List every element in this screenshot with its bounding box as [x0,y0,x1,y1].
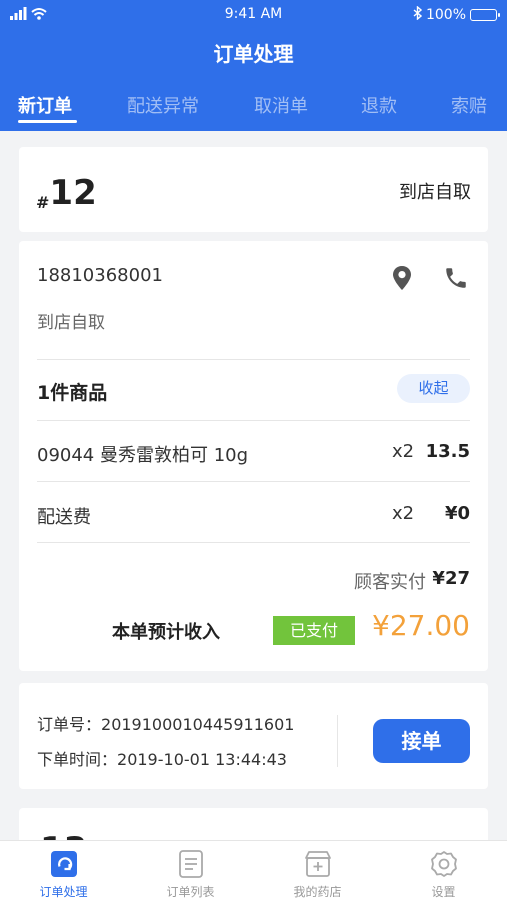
item-price: 13.5 [425,441,470,462]
tabbar-order-process[interactable]: 订单处理 [0,849,127,900]
divider [37,481,470,482]
tab-cancelled[interactable]: 取消单 [254,92,308,118]
tab-new-orders[interactable]: 新订单 [18,92,72,118]
status-bar: 9:41 AM 100% [0,5,507,25]
collapse-button[interactable]: 收起 [397,374,470,403]
phone-call-icon[interactable] [443,265,469,291]
divider [37,420,470,421]
bluetooth-icon [413,5,423,24]
order-number: #12 [36,173,97,213]
accept-order-button[interactable]: 接单 [373,719,470,763]
customer-paid-label: 顾客实付 [354,572,426,593]
order-time-value: 2019-10-01 13:44:43 [117,750,287,769]
divider [37,542,470,543]
tabbar-order-list[interactable]: 订单列表 [127,849,254,900]
tabbar-label: 订单列表 [166,885,215,899]
estimated-income-label: 本单预计收入 [112,622,220,643]
order-tabs: 新订单 配送异常 取消单 退款 索赔 [0,92,507,124]
order-id-value: 2019100010445911601 [101,715,295,734]
goods-count: 1件商品 [37,382,108,404]
battery-percent: 100% [425,7,466,23]
tabbar-my-pharmacy[interactable]: 我的药店 [254,849,381,900]
vertical-divider [337,715,338,767]
order-time-label: 下单时间： [37,750,118,769]
customer-paid-value: ¥27 [432,568,470,589]
delivery-fee-price: ¥0 [444,503,470,524]
settings-icon [429,849,459,879]
estimated-income-value: ¥27.00 [372,609,470,642]
tabbar-label: 我的药店 [293,885,342,899]
header: 9:41 AM 100% 订单处理 新订单 配送异常 取消单 退款 索赔 [0,0,507,131]
delivery-method: 到店自取 [37,313,105,333]
divider [37,359,470,360]
order-detail-card: 18810368001 到店自取 1件商品 收起 09044 曼秀雷敦柏可 10… [19,241,488,671]
tab-refund[interactable]: 退款 [361,92,397,118]
bottom-tab-bar: 订单处理 订单列表 我的药店 设置 [0,840,507,900]
pharmacy-icon [303,849,333,879]
location-icon[interactable] [391,265,413,291]
tabbar-settings[interactable]: 设置 [380,849,507,900]
item-name: 09044 曼秀雷敦柏可 10g [37,445,249,466]
order-id-label: 订单号： [37,715,102,734]
delivery-fee-label: 配送费 [37,507,91,528]
tabbar-label: 设置 [431,885,456,899]
tab-delivery-exception[interactable]: 配送异常 [127,92,199,118]
order-id-row: 订单号：2019100010445911601 [37,711,294,735]
order-list-icon [176,849,206,879]
order-info-card: 订单号：2019100010445911601 下单时间：2019-10-01 … [19,683,488,789]
customer-phone: 18810368001 [37,265,163,286]
page-title: 订单处理 [213,42,294,66]
delivery-fee-quantity: x2 [392,503,415,524]
tabbar-label: 订单处理 [39,885,88,899]
order-time-row: 下单时间：2019-10-01 13:44:43 [37,746,287,770]
tab-claims[interactable]: 索赔 [451,92,487,118]
item-quantity: x2 [392,441,415,462]
paid-status-badge: 已支付 [273,616,355,645]
battery-icon [470,9,500,21]
active-tab-indicator [18,120,77,123]
order-number-card: #12 到店自取 [19,147,488,232]
pickup-type: 到店自取 [399,182,471,203]
order-process-icon [49,849,79,879]
